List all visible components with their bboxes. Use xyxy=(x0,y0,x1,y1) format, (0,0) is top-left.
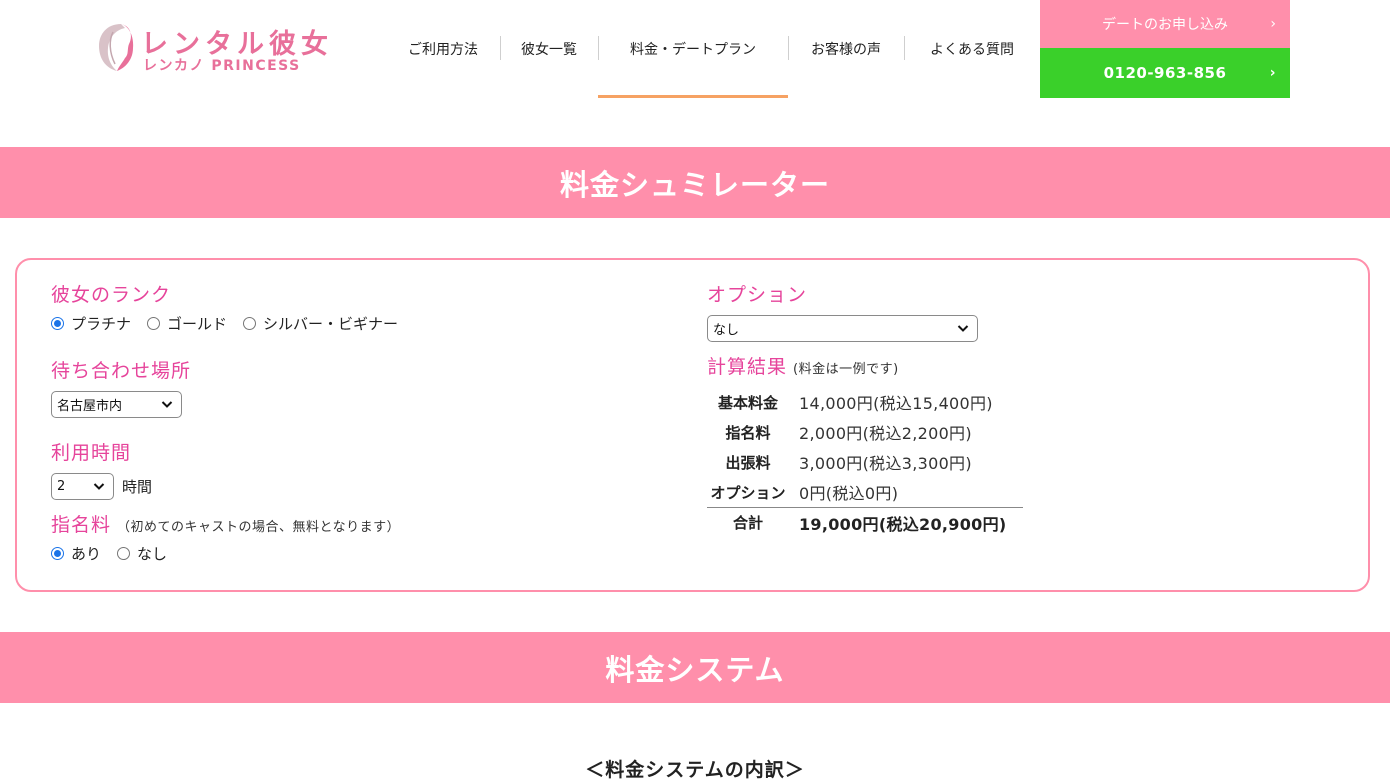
option-select[interactable]: なし xyxy=(707,315,978,342)
nav-divider xyxy=(598,36,599,60)
rank-option-silver-beginner[interactable]: シルバー・ビギナー xyxy=(243,313,398,334)
site-logo[interactable]: レンタル彼女 レンカノ PRINCESS xyxy=(95,22,340,74)
radio-label: なし xyxy=(137,545,168,563)
nav-divider xyxy=(904,36,905,60)
result-row-value: 2,000円(税込2,200円) xyxy=(799,424,972,443)
location-select[interactable]: 名古屋市内 xyxy=(51,391,182,418)
nav-item-label: 彼女一覧 xyxy=(521,42,577,58)
rank-option-platinum[interactable]: プラチナ xyxy=(51,313,131,334)
result-row-name: オプション xyxy=(710,483,786,502)
hours-label: 利用時間 xyxy=(51,442,132,464)
chevron-down-icon xyxy=(161,401,173,408)
nomination-option-yes[interactable]: あり xyxy=(51,543,101,564)
nav-item-girlfriend-list[interactable]: 彼女一覧 xyxy=(500,0,598,98)
result-title: 計算結果 xyxy=(707,356,788,378)
chevron-right-icon: › xyxy=(1270,16,1276,32)
result-row-base: 基本料金 14,000円(税込15,400円) xyxy=(707,387,1307,417)
result-total-value: 19,000円(税込20,900円) xyxy=(799,514,1007,534)
phone-button[interactable]: 0120-963-856 › xyxy=(1040,48,1290,98)
radio-unselected[interactable] xyxy=(117,547,131,560)
nav-item-label: お客様の声 xyxy=(811,42,881,58)
woman-profile-icon xyxy=(99,24,134,71)
nav-item-pricing[interactable]: 料金・デートプラン xyxy=(598,0,788,98)
nav-item-label: 料金・デートプラン xyxy=(630,42,756,58)
result-row-travel: 出張料 3,000円(税込3,300円) xyxy=(707,447,1307,477)
rank-option-gold[interactable]: ゴールド xyxy=(147,313,227,334)
rank-label: 彼女のランク xyxy=(51,284,172,306)
nav-item-faq[interactable]: よくある質問 xyxy=(904,0,1040,98)
price-simulator: 彼女のランク プラチナ ゴールド シルバー・ビギナー 待ち合わせ場所 名古屋市内… xyxy=(15,258,1370,592)
simulator-inputs: 彼女のランク プラチナ ゴールド シルバー・ビギナー 待ち合わせ場所 名古屋市内… xyxy=(51,280,651,564)
result-row-nomination: 指名料 2,000円(税込2,200円) xyxy=(707,417,1307,447)
nav-divider xyxy=(500,36,501,60)
result-total-name: 合計 xyxy=(732,514,763,532)
radio-label: プラチナ xyxy=(71,315,132,333)
system-subheading: ＜料金システムの内訳＞ xyxy=(585,759,805,781)
hours-row: 2 時間 xyxy=(51,473,651,500)
result-row-value: 0円(税込0円) xyxy=(799,484,899,503)
result-note: (料金は一例です) xyxy=(793,362,899,377)
result-row-value: 3,000円(税込3,300円) xyxy=(799,454,972,473)
option-label: オプション xyxy=(707,284,808,306)
nomination-label: 指名料 （初めてのキャストの場合、無料となります） xyxy=(51,510,651,537)
site-header: レンタル彼女 レンカノ PRINCESS ご利用方法 彼女一覧 料金・デートプラ… xyxy=(0,0,1390,98)
nomination-title: 指名料 xyxy=(51,514,112,536)
location-value: 名古屋市内 xyxy=(57,399,123,414)
hours-select[interactable]: 2 xyxy=(51,473,114,500)
option-value: なし xyxy=(713,323,740,338)
result-table: 基本料金 14,000円(税込15,400円) 指名料 2,000円(税込2,2… xyxy=(707,387,1307,537)
radio-label: シルバー・ビギナー xyxy=(263,315,399,333)
logo-subtitle: レンカノ PRINCESS xyxy=(143,58,301,74)
rank-radio-group: プラチナ ゴールド シルバー・ビギナー xyxy=(51,313,651,334)
apply-button-label: デートのお申し込み xyxy=(1102,17,1228,33)
chevron-right-icon: › xyxy=(1269,65,1276,81)
radio-label: あり xyxy=(71,545,102,563)
radio-unselected[interactable] xyxy=(147,317,161,330)
result-label: 計算結果 (料金は一例です) xyxy=(707,352,1307,379)
simulator-section-title: 料金シュミレーター xyxy=(0,147,1390,218)
simulator-results: オプション なし 計算結果 (料金は一例です) 基本料金 14,000円(税込15… xyxy=(707,280,1307,537)
result-row-total: 合計 19,000円(税込20,900円) xyxy=(707,507,1023,537)
nomination-option-no[interactable]: なし xyxy=(117,543,167,564)
result-row-value: 14,000円(税込15,400円) xyxy=(799,394,993,413)
location-label: 待ち合わせ場所 xyxy=(51,360,192,382)
chevron-down-icon xyxy=(957,325,969,332)
phone-number: 0120-963-856 xyxy=(1103,64,1227,82)
nomination-note: （初めてのキャストの場合、無料となります） xyxy=(117,520,401,535)
nav-item-reviews[interactable]: お客様の声 xyxy=(788,0,904,98)
apply-button[interactable]: デートのお申し込み › xyxy=(1040,0,1290,48)
nav-item-label: ご利用方法 xyxy=(408,42,478,58)
radio-selected[interactable] xyxy=(51,317,64,330)
result-row-name: 指名料 xyxy=(725,423,771,442)
hours-unit: 時間 xyxy=(122,478,153,496)
result-row-option: オプション 0円(税込0円) xyxy=(707,477,1307,507)
radio-label: ゴールド xyxy=(167,315,228,333)
main-nav: ご利用方法 彼女一覧 料金・デートプラン お客様の声 よくある質問 xyxy=(386,0,1040,98)
hours-value: 2 xyxy=(57,479,66,494)
nav-item-how-to-use[interactable]: ご利用方法 xyxy=(386,0,500,98)
chevron-down-icon xyxy=(93,483,105,490)
radio-selected[interactable] xyxy=(51,547,64,560)
nav-divider xyxy=(788,36,789,60)
nav-item-label: よくある質問 xyxy=(930,42,1014,58)
nomination-radio-group: あり なし xyxy=(51,543,651,564)
radio-unselected[interactable] xyxy=(243,317,257,330)
result-row-name: 基本料金 xyxy=(717,393,778,412)
system-section-title: 料金システム xyxy=(0,632,1390,703)
result-row-name: 出張料 xyxy=(725,453,771,472)
